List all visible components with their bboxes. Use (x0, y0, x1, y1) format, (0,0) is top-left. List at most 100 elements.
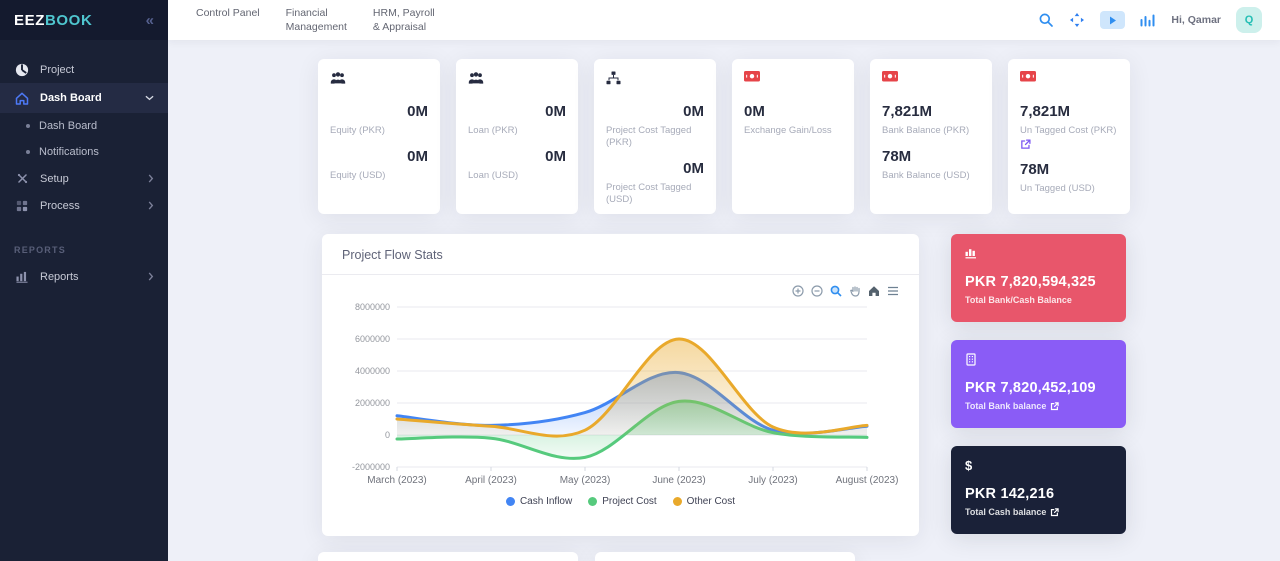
sidebar-item-label: Project (40, 64, 74, 76)
app-logo[interactable]: EEZBOOK (14, 12, 92, 29)
kpi-label: Loan (PKR) (468, 125, 566, 137)
kpi-value: 0M (330, 148, 428, 166)
external-link-icon[interactable] (1050, 508, 1059, 517)
bottom-row (318, 552, 1130, 561)
bullet-icon (26, 150, 30, 154)
main-content: 0MEquity (PKR) 0MEquity (USD) 0MLoan (PK… (168, 40, 1280, 561)
sidebar-item-setup[interactable]: Setup (0, 165, 168, 192)
money-icon (744, 71, 842, 87)
sidebar-item-process[interactable]: Process (0, 192, 168, 219)
play-button[interactable] (1100, 11, 1125, 29)
nav-control-panel[interactable]: Control Panel (196, 6, 260, 34)
sitemap-icon (606, 71, 704, 87)
svg-text:0: 0 (385, 430, 390, 440)
money-icon (882, 71, 980, 87)
chart-title: Project Flow Stats (322, 234, 919, 275)
users-icon (330, 71, 428, 87)
summary-value: PKR 142,216 (965, 485, 1112, 503)
sidebar-item-project[interactable]: Project (0, 56, 168, 83)
kpi-card-bank-balance: 7,821MBank Balance (PKR) 78MBank Balance… (870, 59, 992, 214)
topbar: Control Panel Financial Management HRM, … (168, 0, 1280, 40)
sidebar-item-label: Setup (40, 173, 69, 185)
sidebar-item-reports[interactable]: Reports (0, 263, 168, 290)
kpi-card-untagged: 7,821MUn Tagged Cost (PKR) 78MUn Tagged … (1008, 59, 1130, 214)
kpi-value: 0M (606, 160, 704, 178)
logo-part1: EEZ (14, 12, 45, 29)
card-partial (318, 552, 578, 561)
user-greeting: Hi, Qamar (1171, 14, 1221, 26)
search-icon[interactable] (1038, 12, 1054, 28)
kpi-label: Project Cost Tagged (PKR) (606, 125, 704, 149)
kpi-value: 7,821M (1020, 103, 1118, 121)
nav-hrm-payroll[interactable]: HRM, Payroll & Appraisal (373, 6, 435, 34)
sidebar-item-dashboard[interactable]: Dash Board (0, 83, 168, 113)
logo-part2: BOOK (45, 12, 92, 29)
legend-item[interactable]: Cash Inflow (506, 496, 572, 507)
kpi-value: 0M (744, 103, 842, 121)
project-flow-card: Project Flow Stats 800000060000004000000… (322, 234, 919, 536)
kpi-value: 0M (606, 103, 704, 121)
chart-selection-zoom-icon[interactable] (830, 285, 842, 297)
stats-icon[interactable] (1140, 13, 1156, 27)
kpi-label: Exchange Gain/Loss (744, 125, 842, 137)
summary-card-bank-cash: PKR 7,820,594,325 Total Bank/Cash Balanc… (951, 234, 1126, 322)
sidebar-collapse-icon[interactable]: « (146, 12, 154, 29)
summary-card-bank-balance: PKR 7,820,452,109 Total Bank balance (951, 340, 1126, 428)
chart-zoom-out-icon[interactable] (811, 285, 823, 297)
project-flow-chart[interactable]: 80000006000000400000020000000-2000000Mar… (332, 281, 909, 489)
svg-text:August (2023): August (2023) (836, 475, 899, 486)
kpi-value: 0M (468, 148, 566, 166)
users-icon (468, 71, 566, 87)
kpi-card-exchange: 0M Exchange Gain/Loss (732, 59, 854, 214)
summary-label: Total Bank/Cash Balance (965, 295, 1072, 305)
chart-home-icon[interactable] (868, 285, 880, 297)
svg-text:April (2023): April (2023) (465, 475, 517, 486)
sidebar-subitem-label: Dash Board (39, 120, 97, 132)
home-icon (14, 92, 30, 105)
dollar-icon: $ (965, 458, 1112, 472)
play-icon (1109, 16, 1117, 25)
kpi-card-loan: 0M Loan (PKR) 0M Loan (USD) (456, 59, 578, 214)
chart-icon (965, 246, 1112, 260)
expand-icon[interactable] (1069, 12, 1085, 28)
topbar-right: Hi, Qamar Q (1038, 7, 1262, 33)
bar-chart-icon (14, 271, 30, 283)
chart-menu-icon[interactable] (887, 285, 899, 297)
legend-dot-icon (588, 497, 597, 506)
kpi-label: Un Tagged (USD) (1020, 183, 1118, 195)
svg-text:June (2023): June (2023) (652, 475, 705, 486)
nav-financial-management[interactable]: Financial Management (286, 6, 347, 34)
kpi-value: 78M (1020, 161, 1118, 179)
chart-pan-icon[interactable] (849, 285, 861, 297)
chart-legend: Cash Inflow Project Cost Other Cost (332, 496, 909, 507)
kpi-label: Loan (USD) (468, 170, 566, 182)
kpi-value: 0M (468, 103, 566, 121)
pie-chart-icon (14, 63, 30, 77)
sidebar: EEZBOOK « Project Dash Board Dash Board … (0, 0, 168, 561)
chevron-down-icon (145, 95, 154, 101)
summary-card-cash-balance: $ PKR 142,216 Total Cash balance (951, 446, 1126, 534)
topbar-nav: Control Panel Financial Management HRM, … (196, 6, 435, 34)
external-link-icon[interactable] (1050, 402, 1059, 411)
legend-item[interactable]: Other Cost (673, 496, 735, 507)
chart-zoom-in-icon[interactable] (792, 285, 804, 297)
svg-text:July (2023): July (2023) (748, 475, 797, 486)
chevron-right-icon (148, 174, 154, 183)
kpi-label: Project Cost Tagged (USD) (606, 182, 704, 206)
kpi-value: 7,821M (882, 103, 980, 121)
chart-toolbar (792, 285, 899, 297)
legend-item[interactable]: Project Cost (588, 496, 656, 507)
sidebar-subitem-notifications[interactable]: Notifications (0, 139, 168, 165)
svg-text:March (2023): March (2023) (367, 475, 426, 486)
sidebar-menu: Project Dash Board Dash Board Notificati… (0, 40, 168, 290)
external-link-icon[interactable] (1020, 139, 1031, 150)
sidebar-subitem-dashboard[interactable]: Dash Board (0, 113, 168, 139)
sidebar-item-label: Dash Board (40, 92, 102, 104)
svg-text:May (2023): May (2023) (560, 475, 611, 486)
svg-text:6000000: 6000000 (355, 334, 390, 344)
chart-row: Project Flow Stats 800000060000004000000… (322, 234, 1126, 536)
card-partial (595, 552, 855, 561)
summary-label: Total Cash balance (965, 507, 1046, 517)
avatar[interactable]: Q (1236, 7, 1262, 33)
chart-body: 80000006000000400000020000000-2000000Mar… (322, 275, 919, 507)
